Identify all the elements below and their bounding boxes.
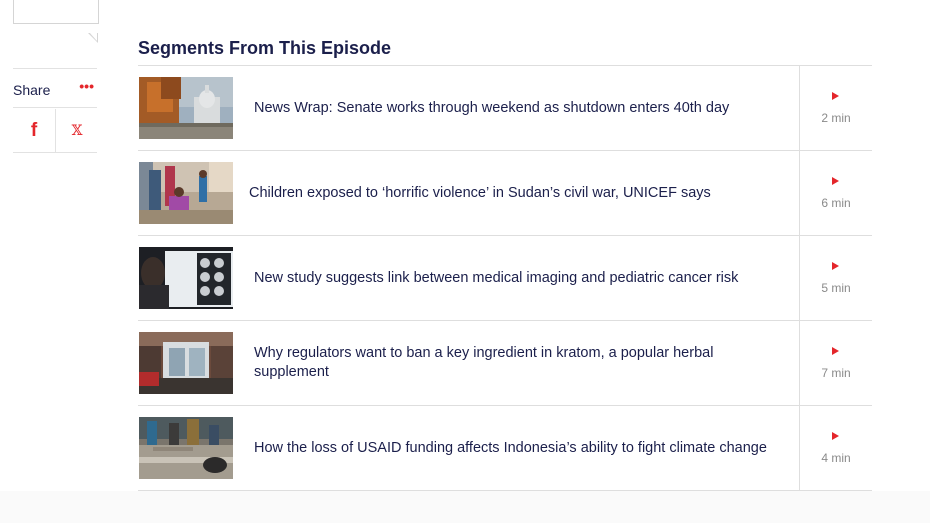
share-row: Share ••• (13, 68, 97, 108)
page-bottom-band (0, 491, 930, 523)
play-icon[interactable] (832, 432, 839, 440)
segment-thumbnail[interactable] (139, 247, 233, 309)
segment-duration: 6 min (821, 196, 851, 210)
segment-play-area: 4 min (799, 406, 872, 490)
x-share-button[interactable]: 𝕏 (55, 109, 98, 152)
play-icon[interactable] (832, 92, 839, 100)
segment-title-link[interactable]: New study suggests link between medical … (254, 236, 782, 320)
segment-item: Children exposed to ‘horrific violence’ … (138, 151, 872, 236)
segment-item: News Wrap: Senate works through weekend … (138, 66, 872, 151)
segment-thumbnail[interactable] (139, 332, 233, 394)
segment-duration: 2 min (821, 111, 851, 125)
segment-play-area: 2 min (799, 66, 872, 150)
play-icon[interactable] (832, 347, 839, 355)
play-icon[interactable] (832, 262, 839, 270)
segment-item: Why regulators want to ban a key ingredi… (138, 321, 872, 406)
segment-thumbnail[interactable] (139, 417, 233, 479)
section-title: Segments From This Episode (138, 38, 392, 58)
segment-item: How the loss of USAID funding affects In… (138, 406, 872, 491)
play-icon[interactable] (832, 177, 839, 185)
segment-title-link[interactable]: Why regulators want to ban a key ingredi… (254, 321, 782, 405)
segment-duration: 7 min (821, 366, 851, 380)
segment-duration: 4 min (821, 451, 851, 465)
more-dots-icon[interactable]: ••• (79, 79, 94, 93)
segment-title-link[interactable]: How the loss of USAID funding affects In… (254, 406, 782, 490)
segment-play-area: 7 min (799, 321, 872, 405)
comment-bubble-icon[interactable] (13, 0, 99, 43)
segment-title-link[interactable]: News Wrap: Senate works through weekend … (254, 66, 782, 150)
facebook-share-button[interactable]: f (13, 109, 55, 152)
segment-thumbnail[interactable] (139, 162, 233, 224)
segment-play-area: 6 min (799, 151, 872, 235)
episode-page: Share ••• f 𝕏 Segments From This Episode (0, 0, 930, 523)
segment-list: News Wrap: Senate works through weekend … (138, 65, 872, 491)
segment-title-link[interactable]: Children exposed to ‘horrific violence’ … (249, 151, 782, 235)
social-share-buttons: f 𝕏 (13, 109, 97, 153)
segment-play-area: 5 min (799, 236, 872, 320)
x-icon: 𝕏 (71, 122, 83, 139)
segment-duration: 5 min (821, 281, 851, 295)
share-label: Share (13, 82, 51, 98)
segment-thumbnail[interactable] (139, 77, 233, 139)
segment-item: New study suggests link between medical … (138, 236, 872, 321)
facebook-icon: f (30, 119, 38, 141)
